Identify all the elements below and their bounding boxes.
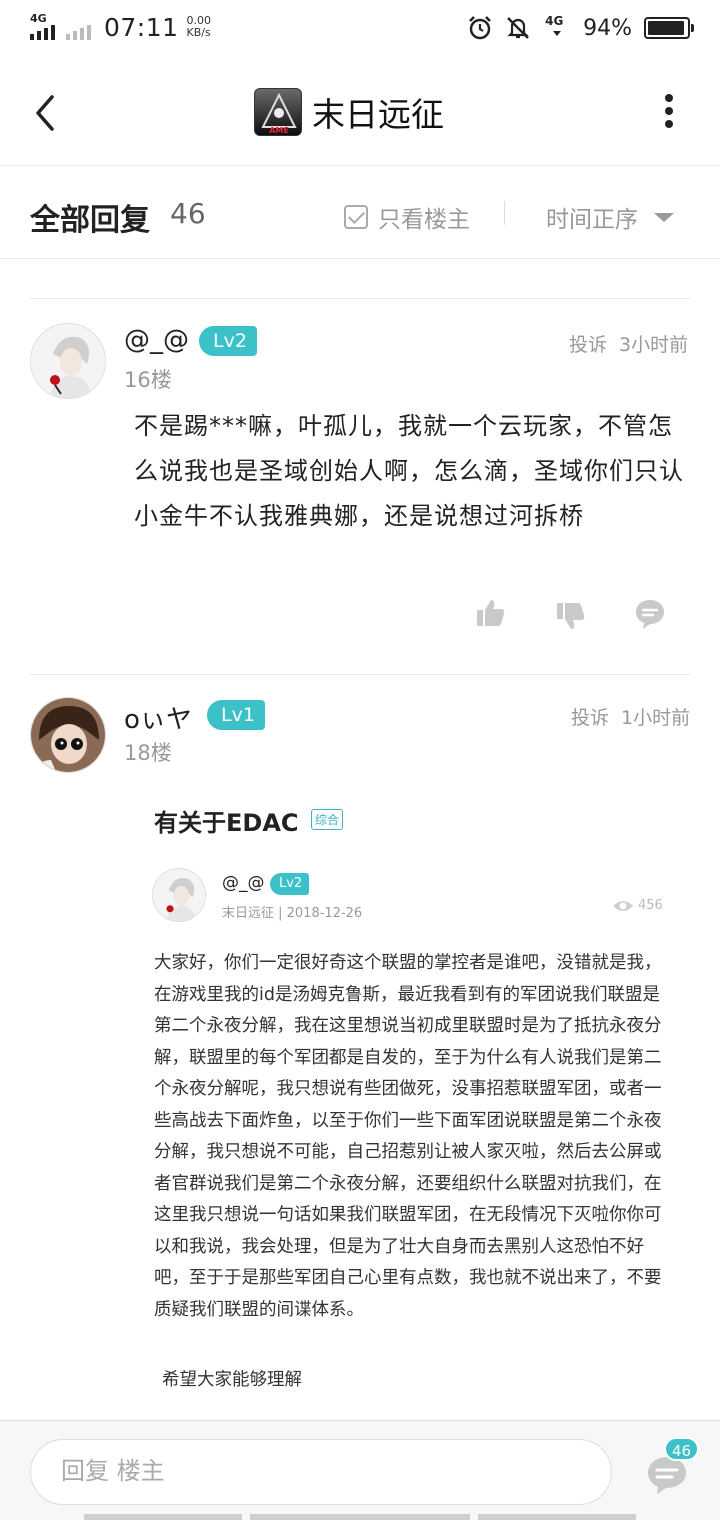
battery-icon: [644, 17, 694, 39]
report-link[interactable]: 投诉: [571, 703, 609, 730]
status-bar: 4G 07:11 0.00 KB/s 4G 94%: [0, 0, 720, 60]
secondary-signal-icon: [66, 12, 96, 42]
network-speed: 0.00 KB/s: [186, 14, 212, 39]
username[interactable]: @_@: [124, 325, 189, 355]
divider: [30, 298, 690, 299]
op-only-toggle[interactable]: 只看楼主: [344, 200, 470, 234]
view-count: 456: [612, 898, 663, 913]
clock: 07:11: [104, 12, 179, 42]
quoted-author: @_@: [222, 873, 265, 893]
comment-bubble-icon[interactable]: [634, 598, 666, 630]
eye-icon: [613, 900, 633, 911]
caret-down-icon: [654, 212, 674, 222]
sort-dropdown[interactable]: 时间正序: [546, 200, 674, 234]
quoted-post-meta: 末日远征 | 2018-12-26: [222, 906, 363, 921]
post-time: 3小时前: [619, 334, 689, 356]
reply-count: 46: [170, 197, 206, 230]
app-header: AME 末日远征: [0, 60, 720, 166]
mute-icon: [507, 17, 529, 39]
level-badge: Lv1: [207, 700, 265, 730]
divider: [504, 201, 505, 225]
cellular-signal-icon: 4G: [30, 12, 60, 42]
header-title-group: AME 末日远征: [254, 88, 444, 136]
reply-count-badge: 46: [664, 1437, 700, 1461]
alarm-icon: [469, 16, 491, 40]
page-title: 末日远征: [312, 95, 444, 134]
divider: [30, 674, 690, 675]
reply-input[interactable]: 回复 楼主: [30, 1439, 612, 1505]
quoted-post-footer: 希望大家能够理解: [162, 1370, 302, 1390]
mobile-data-icon: 4G: [543, 14, 571, 42]
nav-indicator: [84, 1514, 242, 1520]
floor-number: 18楼: [124, 741, 172, 765]
thumbs-up-icon[interactable]: [474, 597, 506, 629]
op-only-label: 只看楼主: [378, 207, 470, 233]
username[interactable]: oぃヤ: [124, 699, 192, 736]
report-link[interactable]: 投诉: [569, 330, 607, 357]
avatar: [152, 868, 206, 922]
more-options-icon[interactable]: [664, 94, 674, 132]
quoted-post-title[interactable]: 有关于EDAC: [154, 803, 299, 838]
category-tag: 综合: [311, 809, 344, 830]
comment-text: 不是踢***嘛，叶孤儿，我就一个云玩家，不管怎么说我也是圣域创始人啊，怎么滴，圣…: [134, 412, 684, 530]
level-badge: Lv2: [270, 873, 310, 895]
logo-text: AME: [269, 126, 289, 135]
reply-filter-bar: 全部回复 46 只看楼主 时间正序: [0, 167, 720, 259]
floor-number: 16楼: [124, 368, 172, 392]
app-logo: AME: [254, 88, 302, 136]
nav-indicator: [250, 1514, 470, 1520]
nav-indicator: [478, 1514, 636, 1520]
battery-level: [648, 21, 684, 35]
checkbox-icon[interactable]: [344, 205, 368, 229]
quoted-post-body: 大家好，你们一定很好奇这个联盟的掌控者是谁吧，没错就是我，在游戏里我的id是汤姆…: [154, 953, 662, 1320]
post-time: 1小时前: [621, 707, 691, 729]
avatar[interactable]: [30, 323, 106, 399]
avatar[interactable]: [30, 697, 106, 773]
thumbs-down-icon[interactable]: [554, 600, 586, 632]
back-arrow-icon[interactable]: [30, 93, 60, 133]
all-replies-label: 全部回复: [30, 203, 150, 238]
battery-percent: 94%: [583, 15, 632, 41]
level-badge: Lv2: [199, 326, 257, 356]
sort-label: 时间正序: [546, 207, 638, 233]
reply-bar: 回复 楼主 46: [0, 1420, 720, 1520]
